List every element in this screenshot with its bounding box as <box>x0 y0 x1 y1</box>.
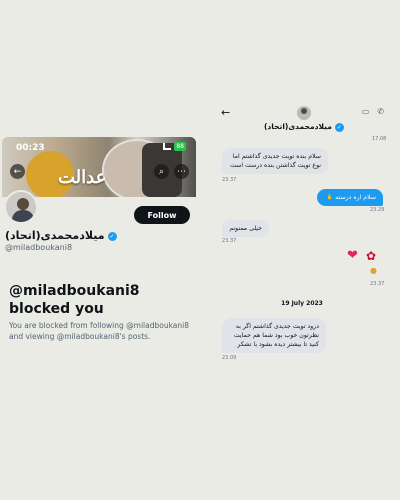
chat-panel: ← میلادمحمدی(اتحاد) ✓ ▭ ✆ 17.08 سلام بنده… <box>214 100 390 370</box>
status-bar-icons: 88 <box>163 142 186 151</box>
profile-handle: @miladboukani8 <box>5 243 73 252</box>
chat-avatar[interactable] <box>297 106 311 120</box>
date-separator: 19 July 2023 <box>281 300 323 307</box>
profile-panel: عدالت 00:23 88 ← ⌕ ⋯ Follow میلادمحمدی(ا… <box>0 0 200 500</box>
status-bar-time: 00:23 <box>16 143 45 153</box>
verified-badge-icon: ✓ <box>107 231 117 241</box>
chat-name-text: میلادمحمدی(اتحاد) <box>264 122 332 131</box>
message-incoming: درود تویت جدیدی گذاشتم اگر به نظرتون خوب… <box>222 318 326 353</box>
blocked-description: You are blocked from following @miladbou… <box>9 321 190 341</box>
avatar[interactable] <box>4 190 38 224</box>
video-icon[interactable]: ▭ <box>362 107 370 116</box>
signal-icon <box>163 143 172 150</box>
thumbs-up-icon: ● <box>370 266 377 275</box>
rose-icon: ✿ <box>366 249 377 263</box>
blocked-title: @miladboukani8 blocked you <box>9 283 140 317</box>
back-icon[interactable]: ← <box>10 164 25 179</box>
banner-text: عدالت <box>58 167 107 188</box>
message-time: 23.37 <box>370 281 385 287</box>
more-icon[interactable]: ⋯ <box>174 164 189 179</box>
chat-contact-name[interactable]: میلادمحمدی(اتحاد) ✓ <box>264 122 344 132</box>
search-icon[interactable]: ⌕ <box>154 164 169 179</box>
chat-actions: ▭ ✆ <box>362 107 384 116</box>
message-time: 23.29 <box>370 207 385 213</box>
message-time: 23.37 <box>222 238 237 244</box>
verified-badge-icon: ✓ <box>334 122 344 132</box>
arrow-left-icon[interactable]: ← <box>221 106 230 119</box>
phone-icon[interactable]: ✆ <box>377 107 384 116</box>
follow-button[interactable]: Follow <box>134 206 190 224</box>
battery-icon: 88 <box>174 142 186 151</box>
message-incoming: خیلی ممنونم <box>222 220 269 237</box>
message-time: 23.09 <box>222 355 237 361</box>
display-name-text: میلادمحمدی(اتحاد) <box>5 229 105 242</box>
header-timestamp: 17.08 <box>372 136 387 142</box>
message-outgoing: سلام اره درسته 🙏 <box>317 189 383 206</box>
profile-banner: عدالت 00:23 88 ← ⌕ ⋯ <box>2 137 196 197</box>
profile-display-name: میلادمحمدی(اتحاد) ✓ <box>5 229 117 242</box>
message-time: 23.37 <box>222 177 237 183</box>
message-incoming: سلام بنده تویت جدیدی گذاشتم اما نوع تویت… <box>222 148 328 174</box>
heart-icon: ❤ <box>347 248 358 263</box>
